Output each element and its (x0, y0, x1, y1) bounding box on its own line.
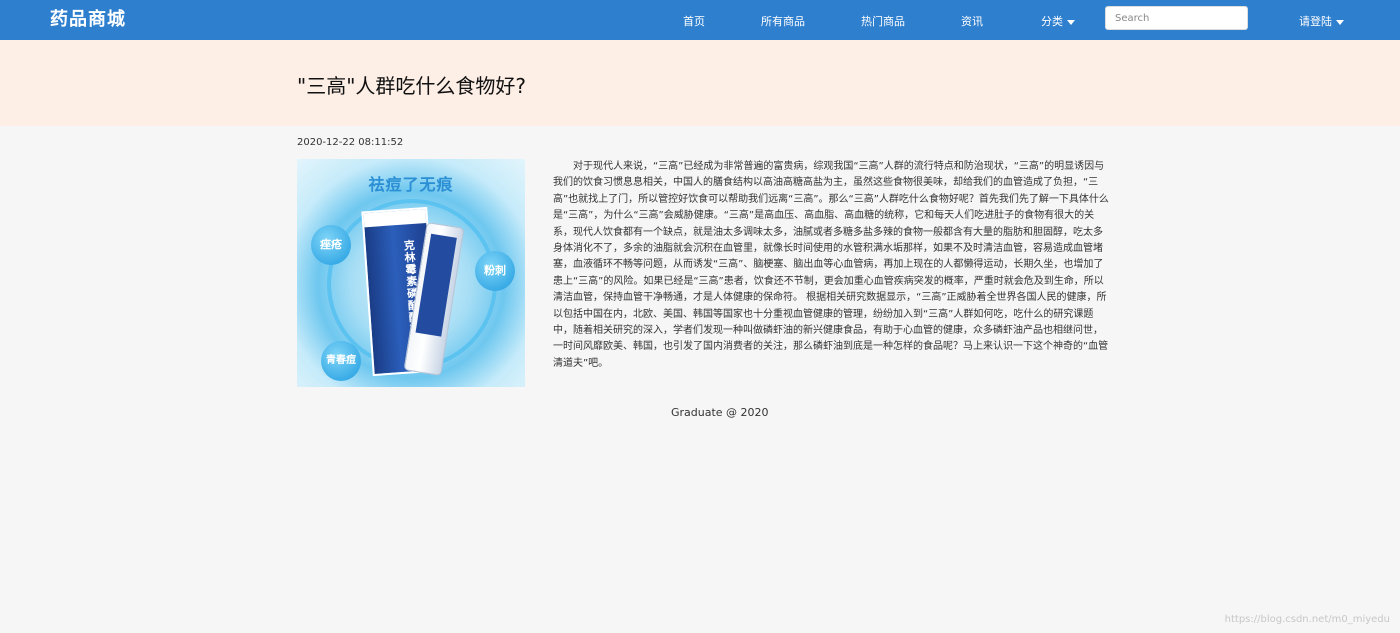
article-body: 对于现代人来说，“三高”已经成为非常普遍的富贵病，综观我国“三高”人群的流行特点… (553, 161, 1109, 369)
article-title: "三高"人群吃什么食物好? (297, 74, 527, 98)
watermark: https://blog.csdn.net/m0_miyedu (1224, 614, 1390, 625)
nav-hot-products-link[interactable]: 热门商品 (861, 13, 905, 29)
article-image: 祛痘了无痕 克林霉素磷酸酯凝胶 痤疮 粉刺 青春痘 (297, 159, 525, 387)
chevron-down-icon (1336, 19, 1344, 25)
nav-news-link[interactable]: 资讯 (961, 13, 983, 29)
login-dropdown[interactable]: 请登陆 (1299, 13, 1344, 29)
nav-all-products-link[interactable]: 所有商品 (761, 13, 805, 29)
category-dropdown-label: 分类 (1041, 15, 1063, 28)
article-date: 2020-12-22 08:11:52 (297, 137, 404, 148)
image-caption: 祛痘了无痕 (368, 175, 454, 194)
brand-logo[interactable]: 药品商城 (50, 5, 126, 31)
login-dropdown-label: 请登陆 (1299, 15, 1332, 28)
image-bubble-youth-acne: 青春痘 (321, 341, 361, 381)
nav-home-link[interactable]: 首页 (683, 13, 705, 29)
chevron-down-icon (1067, 19, 1075, 25)
image-bubble-pimple: 粉刺 (475, 251, 515, 291)
search-input[interactable] (1105, 6, 1248, 30)
top-navbar: 药品商城 首页 所有商品 热门商品 资讯 分类 请登陆 (0, 0, 1400, 40)
category-dropdown[interactable]: 分类 (1041, 13, 1075, 29)
footer-copyright: Graduate @ 2020 (671, 406, 769, 419)
article-header-banner: "三高"人群吃什么食物好? (0, 40, 1400, 126)
image-bubble-acne: 痤疮 (311, 225, 351, 265)
